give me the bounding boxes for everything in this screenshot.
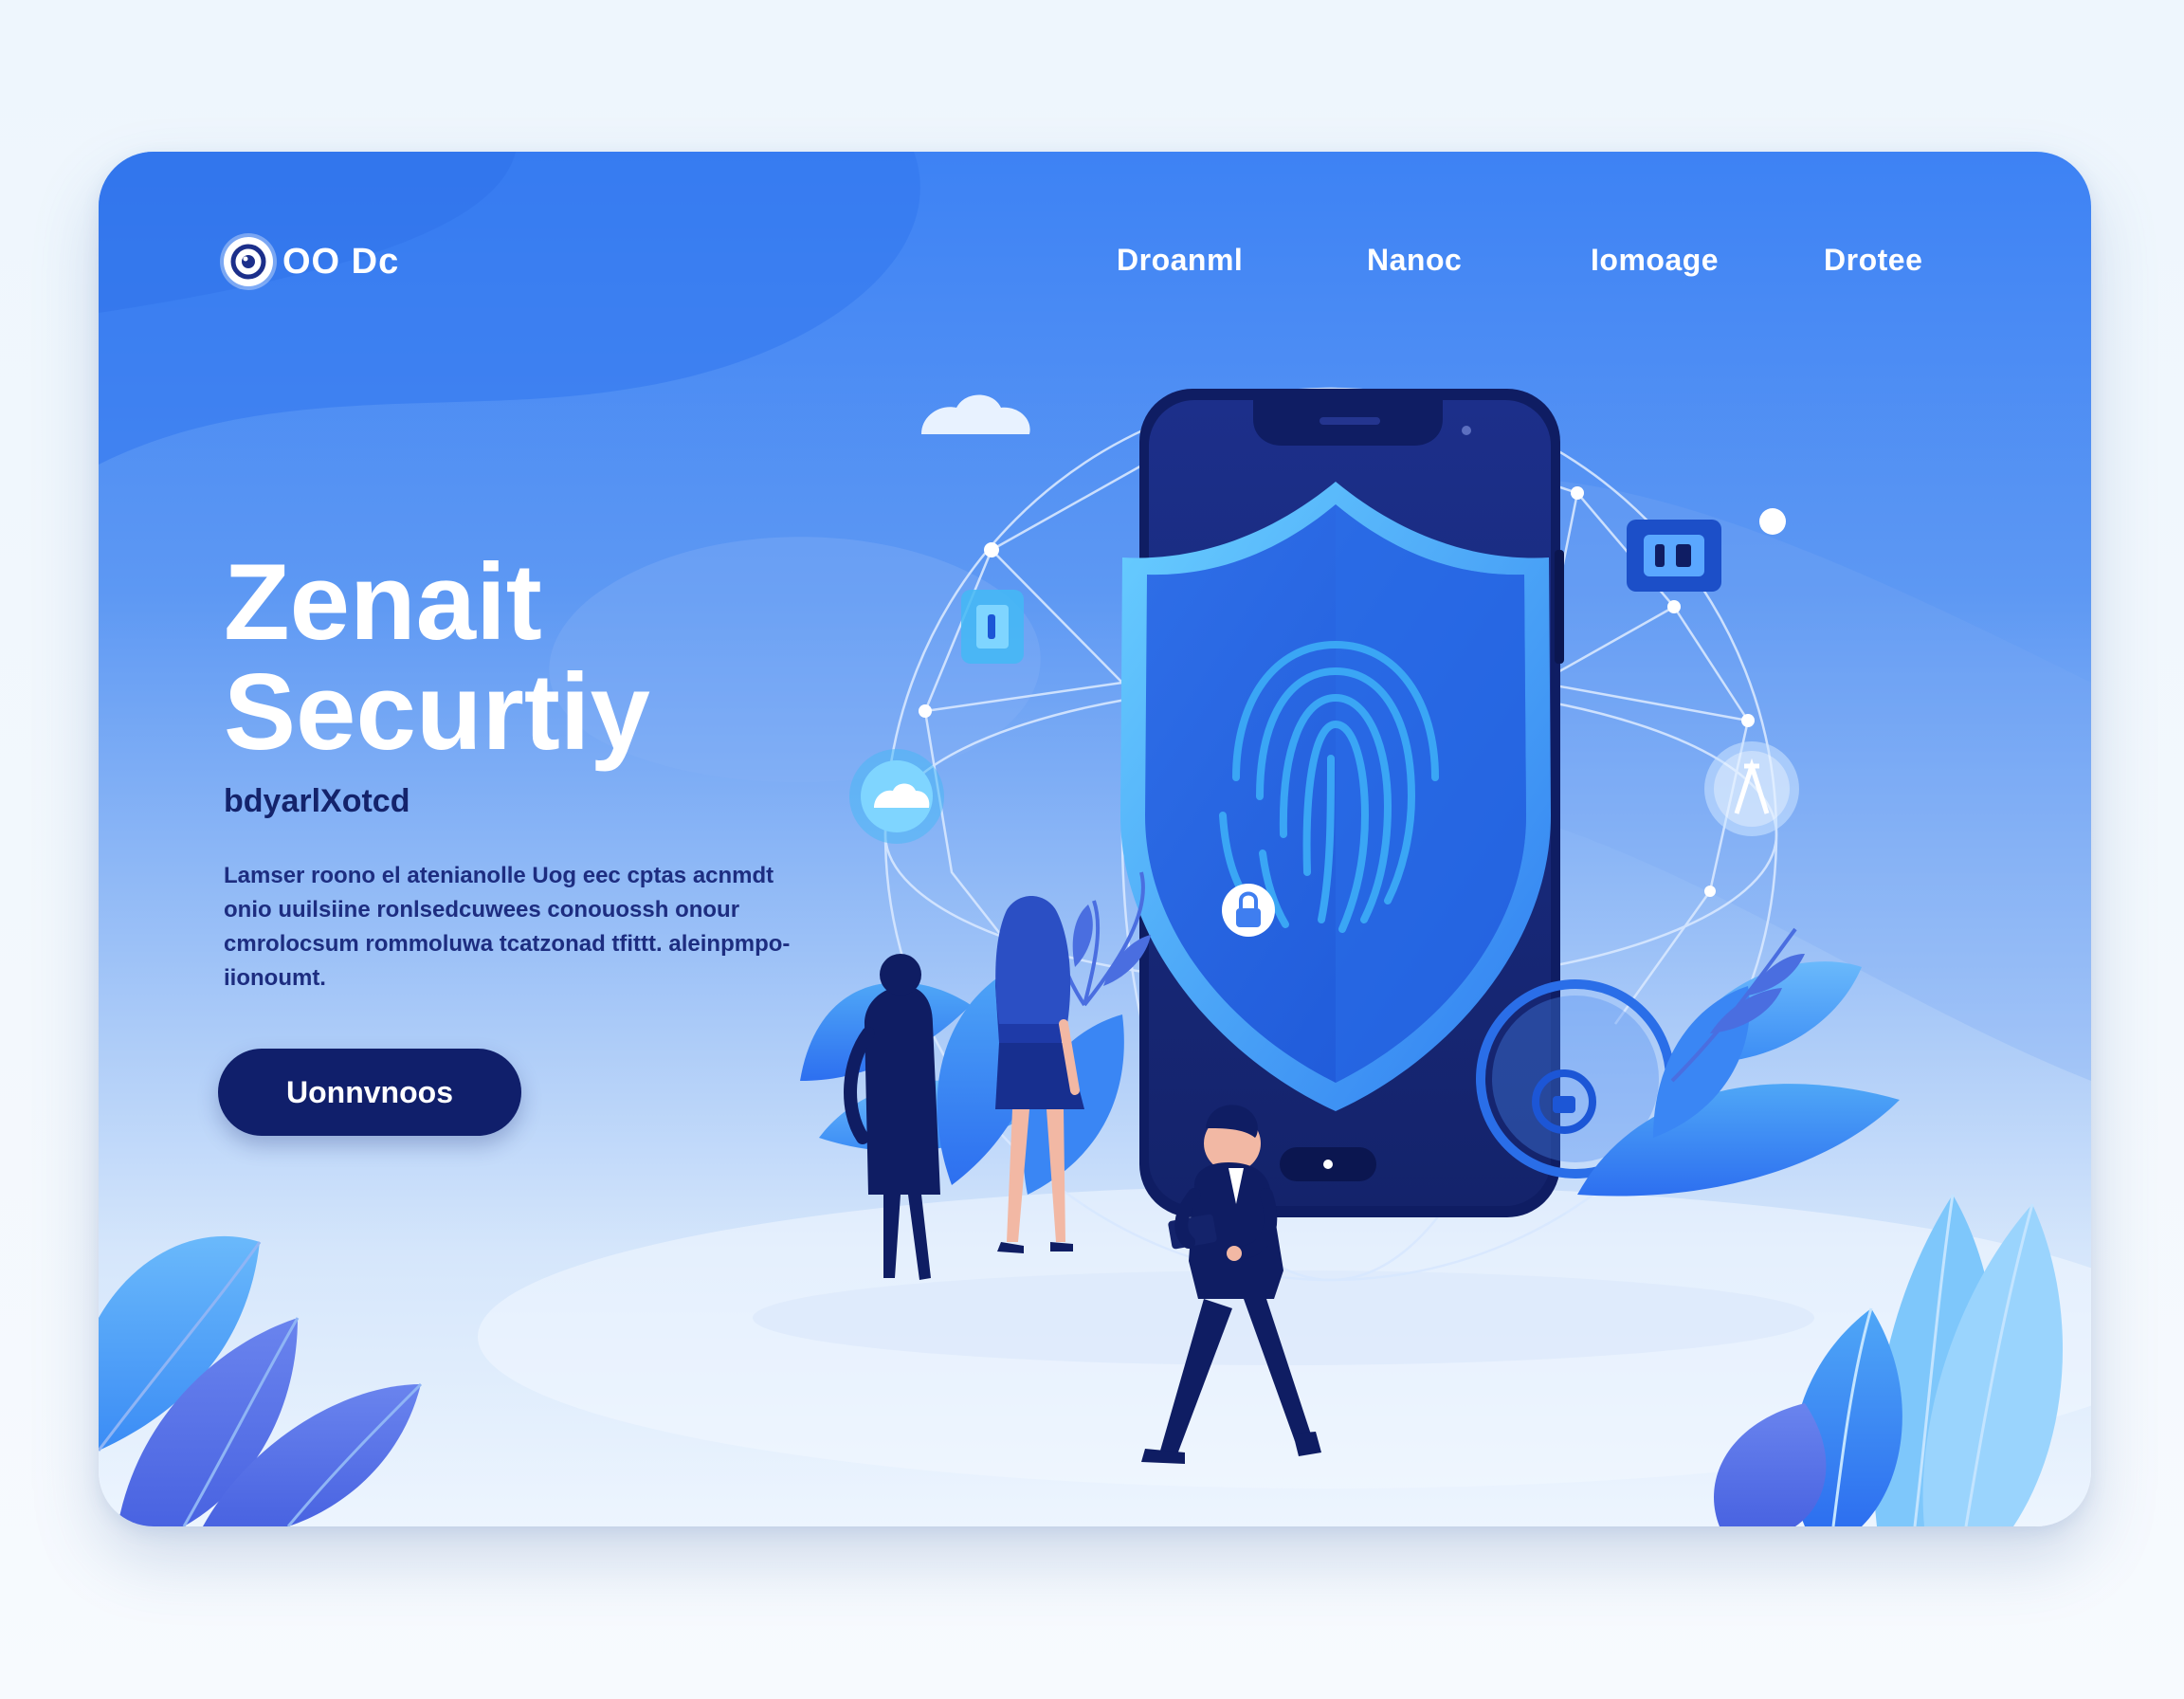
lock-icon (1627, 520, 1721, 592)
key-badge-icon (1704, 741, 1799, 836)
security-illustration (99, 387, 2064, 1526)
bottom-left-leaves (99, 1235, 423, 1526)
document-icon (961, 590, 1024, 664)
cloud-badge-icon (849, 749, 944, 844)
cloud-icon (921, 394, 1030, 434)
left-plants (800, 871, 1151, 1195)
hero-card: OO Dc Droanml Nanoc Iomoage Drotee Zenai… (99, 152, 2091, 1526)
small-lock-icon (1222, 884, 1275, 937)
bottom-right-leaves (1714, 1194, 2064, 1526)
person-woman (995, 896, 1084, 1253)
